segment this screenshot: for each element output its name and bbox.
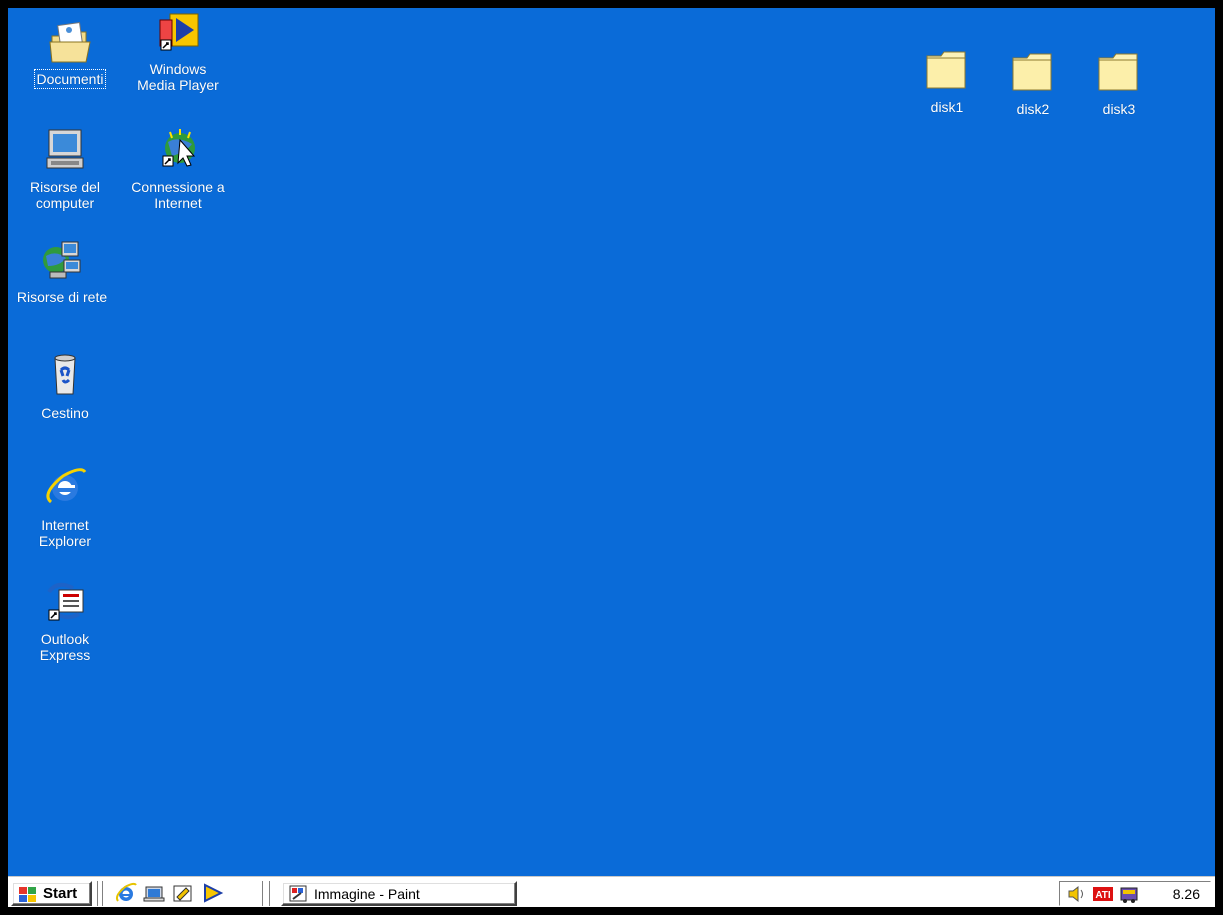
taskbar-separator [102, 881, 106, 906]
desktop-icon-risorse-di-rete[interactable]: Risorse di rete [8, 236, 117, 307]
folder-icon [1012, 53, 1052, 91]
taskbar: Start Immagine - Paint ATI 8.26 [8, 876, 1215, 907]
clock[interactable]: 8.26 [1173, 886, 1200, 902]
windows-logo-icon [19, 887, 36, 902]
desktop[interactable]: Documenti Windows Media Player Risorse d… [8, 8, 1215, 907]
folder-label: disk3 [1102, 101, 1136, 117]
connection-wizard-icon [162, 129, 196, 167]
desktop-icon-risorse-del-computer[interactable]: Risorse del computer [10, 126, 120, 213]
desktop-icon-windows-media-player[interactable]: Windows Media Player [123, 8, 233, 95]
folder-icon [926, 51, 966, 89]
outlook-express-icon [47, 582, 84, 621]
folder-label: disk2 [1016, 101, 1050, 117]
desktop-icon-internet-explorer[interactable]: Internet Explorer [10, 464, 120, 551]
recycle-bin-icon [54, 354, 76, 395]
ati-icon[interactable]: ATI [1092, 884, 1114, 904]
svg-text:ATI: ATI [1095, 890, 1111, 901]
desktop-icon-label: Windows Media Player [137, 61, 219, 93]
desktop-icon-label: Internet Explorer [38, 517, 92, 549]
task-scheduler-icon[interactable] [1118, 884, 1140, 904]
desktop-icon-label: Risorse di rete [16, 289, 108, 305]
my-computer-icon [46, 129, 84, 169]
system-tray: ATI 8.26 [1059, 881, 1211, 906]
media-player-icon [159, 13, 199, 51]
start-label: Start [43, 885, 78, 902]
taskbar-separator [97, 881, 101, 906]
taskbar-separator [262, 881, 266, 906]
quicklaunch-show-desktop-icon[interactable] [143, 882, 167, 904]
volume-icon[interactable] [1066, 884, 1088, 904]
desktop-icon-label: Cestino [41, 405, 89, 421]
network-icon [43, 241, 81, 279]
quicklaunch-internet-explorer-icon[interactable] [114, 882, 138, 904]
desktop-icon-connessione-internet[interactable]: Connessione a Internet [123, 126, 233, 213]
desktop-icon-label: Risorse del computer [29, 179, 101, 211]
desktop-icon-outlook-express[interactable]: Outlook Express [10, 578, 120, 665]
desktop-icon-cestino[interactable]: Cestino [10, 352, 120, 423]
folder-label: disk1 [930, 99, 964, 115]
desktop-icon-documenti[interactable]: Documenti [15, 18, 125, 89]
folder-disk3[interactable]: disk3 [1064, 48, 1174, 119]
desktop-icon-label: Outlook Express [39, 631, 91, 663]
folder-icon [1098, 53, 1138, 91]
folder-documents-icon [49, 22, 91, 63]
desktop-icon-label: Documenti [33, 69, 107, 89]
start-button[interactable]: Start [11, 881, 92, 906]
taskbar-button-label: Immagine - Paint [314, 886, 420, 902]
quicklaunch-outlook-icon[interactable] [171, 882, 195, 904]
internet-explorer-icon [46, 468, 87, 504]
desktop-icon-label: Connessione a Internet [131, 179, 225, 211]
paint-icon [289, 885, 307, 902]
quicklaunch-media-player-icon[interactable] [200, 882, 224, 904]
taskbar-separator [269, 881, 273, 906]
taskbar-button-paint[interactable]: Immagine - Paint [281, 881, 517, 906]
